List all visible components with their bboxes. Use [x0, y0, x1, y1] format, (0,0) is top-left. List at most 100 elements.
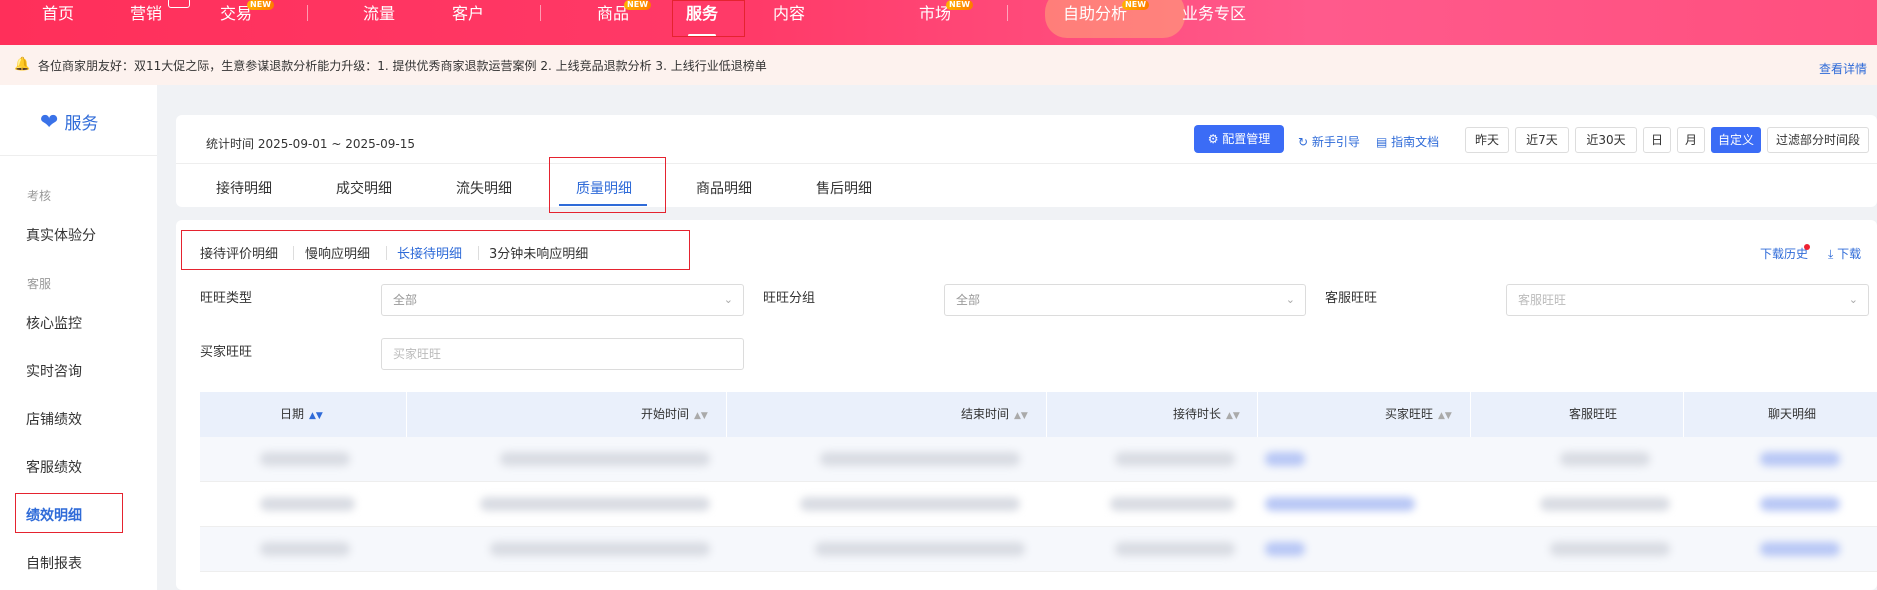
table-row	[200, 437, 1877, 482]
wangwang-type-select[interactable]: 全部 ⌄	[381, 284, 744, 316]
nav-label: 业务专区	[1182, 4, 1247, 23]
tab-quality-detail[interactable]: 质量明细	[576, 178, 632, 198]
sidebar-item-core-monitor[interactable]: 核心监控	[26, 313, 82, 333]
column-label: 买家旺旺	[1385, 407, 1434, 421]
filter-label-service-wangwang: 客服旺旺	[1325, 291, 1378, 306]
nav-item-self-analysis[interactable]: 自助分析 NEW	[1063, 0, 1150, 45]
main-card: 接待评价明细 慢响应明细 长接待明细 3分钟未响应明细 下载历史 ⤓ 下载 旺旺…	[176, 220, 1877, 590]
sidebar-group-assessment: 考核	[27, 189, 52, 203]
select-value: 全部	[393, 293, 418, 307]
sidebar-item-realtime-consult[interactable]: 实时咨询	[26, 361, 82, 381]
nav-tag-box	[168, 0, 191, 8]
column-end-time[interactable]: 结束时间 ▲▼	[961, 392, 1028, 437]
blurred-cell	[820, 452, 1020, 466]
nav-item-customer[interactable]: 客户	[452, 0, 484, 45]
wangwang-group-select[interactable]: 全部 ⌄	[944, 284, 1306, 316]
sidebar-item-real-experience[interactable]: 真实体验分	[26, 225, 96, 245]
blurred-link[interactable]	[1760, 542, 1840, 556]
notification-dot	[1804, 244, 1810, 250]
subtab-long-reception[interactable]: 长接待明细	[397, 243, 462, 262]
date-btn-7days[interactable]: 近7天	[1515, 127, 1569, 153]
bell-icon: 🔔	[14, 57, 31, 72]
guide-icon: ↻	[1298, 135, 1312, 149]
nav-label: 服务	[686, 4, 719, 23]
chevron-down-icon: ⌄	[1285, 293, 1295, 306]
sidebar-item-agent-performance[interactable]: 客服绩效	[26, 457, 82, 477]
column-label: 日期	[280, 407, 305, 421]
input-placeholder: 买家旺旺	[393, 347, 442, 361]
buyer-wangwang-input[interactable]: 买家旺旺	[381, 338, 744, 370]
divider	[386, 246, 387, 260]
blurred-cell	[260, 452, 350, 466]
tab-deal-detail[interactable]: 成交明细	[336, 178, 392, 198]
download-link[interactable]: ⤓ 下载	[1828, 245, 1861, 262]
nav-item-content[interactable]: 内容	[773, 0, 805, 45]
sidebar-item-performance-detail[interactable]: 绩效明细	[26, 505, 82, 525]
service-wangwang-select[interactable]: 客服旺旺 ⌄	[1506, 284, 1869, 316]
notice-text: 各位商家朋友好：双11大促之际，生意参谋退款分析能力升级：1. 提供优秀商家退款…	[38, 59, 767, 73]
tab-product-detail[interactable]: 商品明细	[696, 178, 752, 198]
blurred-cell	[1115, 452, 1235, 466]
column-service-wangwang: 客服旺旺	[1569, 407, 1618, 421]
nav-label: 自助分析	[1063, 4, 1128, 23]
date-btn-month[interactable]: 月	[1677, 127, 1705, 153]
guide-link-label: 新手引导	[1311, 135, 1360, 149]
notice-detail-link[interactable]: 查看详情	[1819, 60, 1867, 77]
date-btn-custom[interactable]: 自定义	[1711, 127, 1761, 153]
sidebar-brand-label: 服务	[64, 114, 99, 134]
subtab-reception-rating[interactable]: 接待评价明细	[200, 243, 278, 262]
nav-item-trade[interactable]: 交易 NEW	[220, 0, 275, 45]
column-date[interactable]: 日期 ▲▼	[280, 392, 323, 437]
subtab-3min-no-response[interactable]: 3分钟未响应明细	[489, 243, 588, 262]
column-duration[interactable]: 接待时长 ▲▼	[1173, 392, 1240, 437]
blurred-cell	[490, 542, 710, 556]
nav-item-product[interactable]: 商品 NEW	[597, 0, 652, 45]
settings-icon: ⚙	[1207, 132, 1223, 146]
blurred-cell	[1550, 542, 1670, 556]
blurred-cell	[260, 542, 350, 556]
nav-item-home[interactable]: 首页	[42, 0, 74, 45]
nav-label: 客户	[452, 4, 485, 23]
tab-reception-detail[interactable]: 接待明细	[216, 178, 272, 198]
tab-active-indicator	[559, 204, 647, 206]
column-chat-detail: 聊天明细	[1768, 407, 1817, 421]
config-button[interactable]: ⚙ 配置管理	[1194, 125, 1284, 153]
divider	[0, 155, 157, 156]
guide-link[interactable]: ↻ 新手引导	[1298, 133, 1360, 150]
subtab-slow-response[interactable]: 慢响应明细	[305, 243, 370, 262]
blurred-cell	[1265, 542, 1305, 556]
download-icon: ⤓	[1828, 247, 1838, 261]
download-history-link[interactable]: 下载历史	[1760, 245, 1808, 262]
tab-loss-detail[interactable]: 流失明细	[456, 178, 512, 198]
date-btn-yesterday[interactable]: 昨天	[1465, 127, 1509, 153]
header-card: 统计时间 2025-09-01 ~ 2025-09-15 ⚙ 配置管理 ↻ 新手…	[176, 115, 1877, 207]
blurred-cell	[800, 497, 1020, 511]
blurred-cell	[1540, 497, 1670, 511]
filter-label-wangwang-group: 旺旺分组	[763, 291, 816, 306]
nav-item-service[interactable]: 服务	[686, 0, 718, 45]
blurred-cell	[480, 497, 710, 511]
tab-aftersale-detail[interactable]: 售后明细	[816, 178, 872, 198]
date-btn-30days[interactable]: 近30天	[1575, 127, 1637, 153]
column-start-time[interactable]: 开始时间 ▲▼	[641, 392, 708, 437]
sort-icon: ▲▼	[309, 411, 323, 421]
nav-item-traffic[interactable]: 流量	[363, 0, 395, 45]
date-btn-filter-period[interactable]: 过滤部分时间段	[1767, 127, 1869, 153]
blurred-link[interactable]	[1760, 452, 1840, 466]
nav-item-marketing[interactable]: 营销	[130, 0, 191, 45]
doc-link-label: 指南文档	[1391, 135, 1440, 149]
divider	[176, 163, 1877, 164]
doc-link[interactable]: ▤ 指南文档	[1376, 133, 1439, 150]
column-label: 结束时间	[961, 407, 1010, 421]
sidebar-item-custom-report[interactable]: 自制报表	[26, 553, 82, 573]
filter-label-buyer-wangwang: 买家旺旺	[200, 345, 253, 360]
sidebar-group-service: 客服	[27, 277, 52, 291]
blurred-link[interactable]	[1760, 497, 1840, 511]
column-label: 接待时长	[1173, 407, 1222, 421]
blurred-cell	[1265, 452, 1305, 466]
sidebar-item-store-performance[interactable]: 店铺绩效	[26, 409, 82, 429]
nav-item-business-zone[interactable]: 业务专区	[1182, 0, 1246, 45]
column-buyer-wangwang[interactable]: 买家旺旺 ▲▼	[1385, 392, 1452, 437]
date-btn-day[interactable]: 日	[1643, 127, 1671, 153]
nav-item-market[interactable]: 市场 NEW	[919, 0, 974, 45]
